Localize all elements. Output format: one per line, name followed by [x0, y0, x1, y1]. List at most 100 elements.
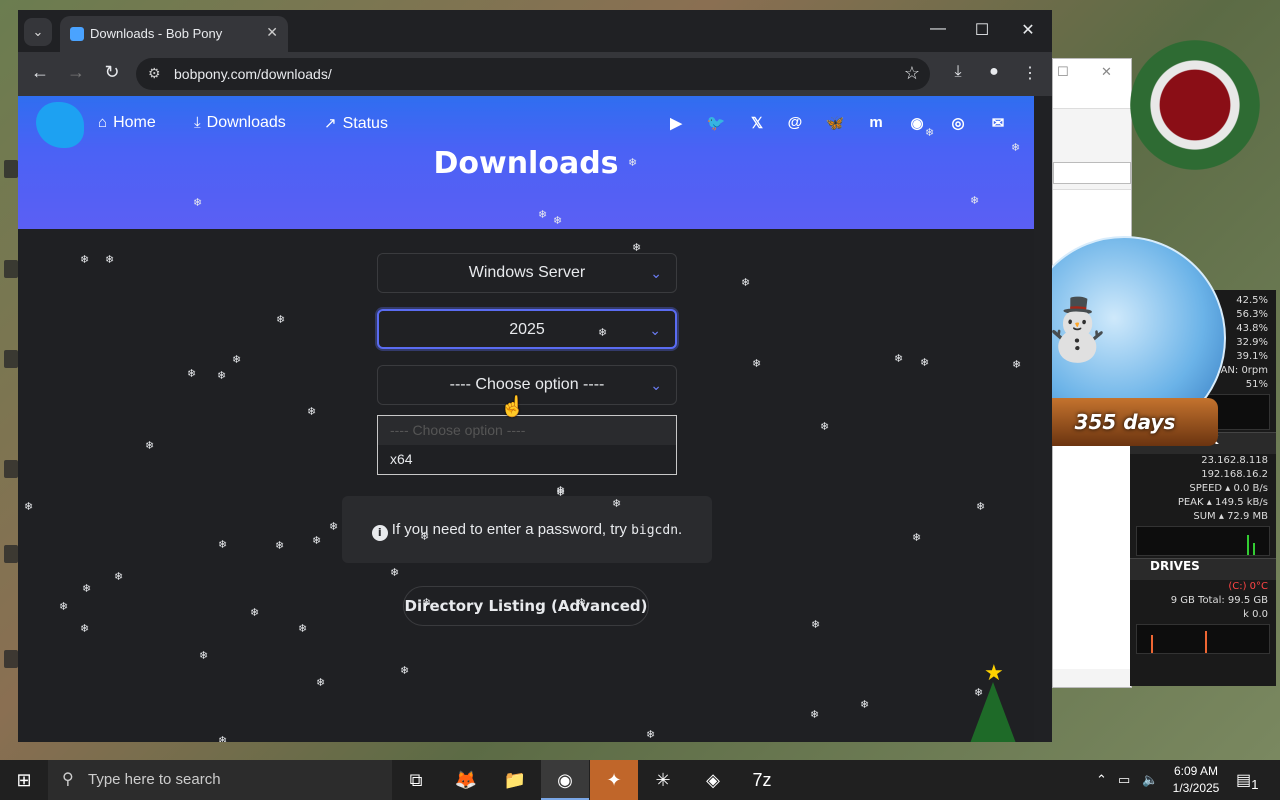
snowflake-icon: ❄ [820, 421, 830, 433]
task-view-icon[interactable]: ⧉ [392, 760, 440, 800]
minimize-icon[interactable]: — [916, 20, 960, 38]
snowflake-icon: ❄ [298, 623, 308, 635]
network-graph [1136, 526, 1270, 556]
site-info-icon[interactable]: ⚙ [148, 65, 161, 82]
maximize-icon[interactable]: ☐ [960, 20, 1004, 40]
snowflake-icon: ❄ [307, 406, 317, 418]
discord-icon[interactable]: ◉ [906, 114, 928, 132]
browser-toolbar: ← → ↻ ⚙ bobpony.com/downloads/ ☆ ⤓ ● ⋮ [18, 52, 1052, 96]
snowflake-icon: ❄ [312, 535, 322, 547]
tab-search-button[interactable]: ⌄ [24, 18, 52, 46]
threads-icon[interactable]: @ [784, 114, 806, 131]
snowflake-icon: ❄ [646, 729, 656, 741]
site-logo[interactable] [36, 102, 84, 148]
tray-chevron-icon[interactable]: ⌃ [1096, 760, 1107, 800]
desktop-icon[interactable] [4, 350, 18, 368]
nav-home[interactable]: ⌂ Home [98, 114, 156, 132]
mastodon-icon[interactable]: m [865, 114, 887, 131]
bookmark-star-icon[interactable]: ☆ [904, 63, 920, 84]
back-icon[interactable]: ← [28, 62, 52, 83]
snowflake-icon: ❄ [199, 650, 209, 662]
snowflake-icon: ❄ [82, 583, 92, 595]
file-explorer-icon[interactable]: 📁 [491, 760, 539, 800]
github-icon[interactable]: ◎ [947, 114, 969, 132]
desktop-icon[interactable] [4, 460, 18, 478]
reload-icon[interactable]: ↻ [100, 62, 124, 83]
downloads-icon[interactable]: ⤓ [946, 63, 970, 81]
x-icon[interactable]: 𝕏 [746, 114, 768, 132]
net-sum: SUM ▴ 72.9 MB [1193, 511, 1268, 522]
youtube-icon[interactable]: ▶ [665, 114, 687, 132]
taskbar-search[interactable]: ⚲ Type here to search [48, 760, 392, 800]
drives-header[interactable]: DRIVES [1130, 558, 1276, 580]
net-peak: PEAK ▴ 149.5 kB/s [1177, 497, 1268, 508]
notification-icon[interactable]: ▤1 [1236, 770, 1259, 792]
desktop-icon[interactable] [4, 160, 18, 178]
snowflake-icon: ❄ [912, 532, 922, 544]
snowflake-icon: ❄ [741, 277, 751, 289]
desktop-icon[interactable] [4, 260, 18, 278]
windows-start-icon[interactable]: ⊞ [0, 760, 48, 800]
desktop-icon[interactable] [4, 650, 18, 668]
app-icon[interactable]: ◈ [689, 760, 737, 800]
twitter-icon[interactable]: 🐦 [705, 114, 727, 132]
close-icon[interactable]: ✕ [1101, 65, 1112, 80]
snowflake-icon: ❄ [811, 619, 821, 631]
home-icon: ⌂ [98, 114, 108, 131]
snowflake-icon: ❄ [232, 354, 242, 366]
os-select-value: Windows Server [468, 264, 586, 281]
forward-icon[interactable]: → [64, 62, 88, 83]
tab-strip: ⌄ Downloads - Bob Pony ✕ — ☐ ✕ [18, 10, 1052, 52]
snowflake-icon: ❄ [217, 370, 227, 382]
snowflake-icon: ❄ [114, 571, 124, 583]
drive-c: (C:) 0°C [1228, 581, 1268, 592]
close-tab-icon[interactable]: ✕ [266, 24, 278, 41]
network-icon[interactable]: ▭ [1118, 760, 1130, 800]
7zip-icon[interactable]: 7z [738, 760, 786, 800]
drive-graph [1136, 624, 1270, 654]
info-icon: i [371, 525, 388, 541]
snowflake-icon: ❄ [920, 357, 930, 369]
site-navbar: ⌂ Home ⤓ Downloads ↗ Status ▶ 🐦 𝕏 @ 🦋 m ◉ ◎… [18, 96, 1034, 150]
nav-downloads[interactable]: ⤓ Downloads [194, 114, 286, 132]
alert-suffix: . [678, 521, 683, 538]
address-bar[interactable]: ⚙ bobpony.com/downloads/ ☆ [136, 58, 930, 90]
arch-dropdown-list[interactable]: ---- Choose option ---- x64 [377, 415, 677, 475]
dropdown-option-x64[interactable]: x64 [378, 445, 676, 474]
chrome-icon[interactable]: ◉ [541, 760, 589, 800]
download-icon: ⤓ [194, 114, 201, 131]
nav-status[interactable]: ↗ Status [324, 114, 388, 133]
profile-icon[interactable]: ● [982, 63, 1006, 81]
volume-icon[interactable]: 🔈 [1142, 760, 1158, 800]
nav-home-label: Home [113, 114, 156, 131]
app-icon[interactable]: ✦ [590, 760, 638, 800]
firefox-icon[interactable]: 🦊 [442, 760, 490, 800]
page-title: Downloads [433, 146, 619, 181]
app-icon[interactable]: ✳ [639, 760, 687, 800]
browser-window[interactable]: ⌄ Downloads - Bob Pony ✕ — ☐ ✕ ← → ↻ ⚙ b… [18, 10, 1052, 742]
taskbar-clock[interactable]: 6:09 AM 1/3/2025 [1168, 763, 1224, 797]
snowflake-icon: ❄ [105, 254, 115, 266]
email-icon[interactable]: ✉ [987, 114, 1009, 132]
mouse-cursor-icon: ☝ [500, 396, 525, 418]
tab-title: Downloads - Bob Pony [90, 26, 223, 41]
os-select[interactable]: Windows Server ⌄ [377, 253, 677, 293]
menu-icon[interactable]: ⋮ [1018, 63, 1042, 83]
desktop-icon[interactable] [4, 545, 18, 563]
close-window-icon[interactable]: ✕ [1006, 20, 1050, 40]
snowflake-icon: ❄ [218, 735, 228, 742]
clock-date: 1/3/2025 [1172, 781, 1220, 795]
bluesky-icon[interactable]: 🦋 [824, 114, 846, 132]
background-select[interactable] [1053, 162, 1131, 184]
chevron-down-icon: ⌄ [650, 265, 662, 281]
directory-listing-button[interactable]: Directory Listing (Advanced) [403, 586, 649, 626]
net-speed: SPEED ▴ 0.0 B/s [1189, 483, 1268, 494]
clock-gadget[interactable] [1130, 40, 1260, 170]
local-ip: 192.168.16.2 [1201, 469, 1268, 480]
maximize-icon[interactable]: ☐ [1057, 65, 1069, 80]
chevron-down-icon: ⌄ [650, 377, 662, 393]
arch-select[interactable]: ---- Choose option ---- ⌄ [377, 365, 677, 405]
url-text[interactable]: bobpony.com/downloads/ [174, 66, 332, 82]
version-select[interactable]: 2025 ⌄ [377, 309, 677, 349]
tab-downloads[interactable]: Downloads - Bob Pony ✕ [60, 16, 288, 52]
